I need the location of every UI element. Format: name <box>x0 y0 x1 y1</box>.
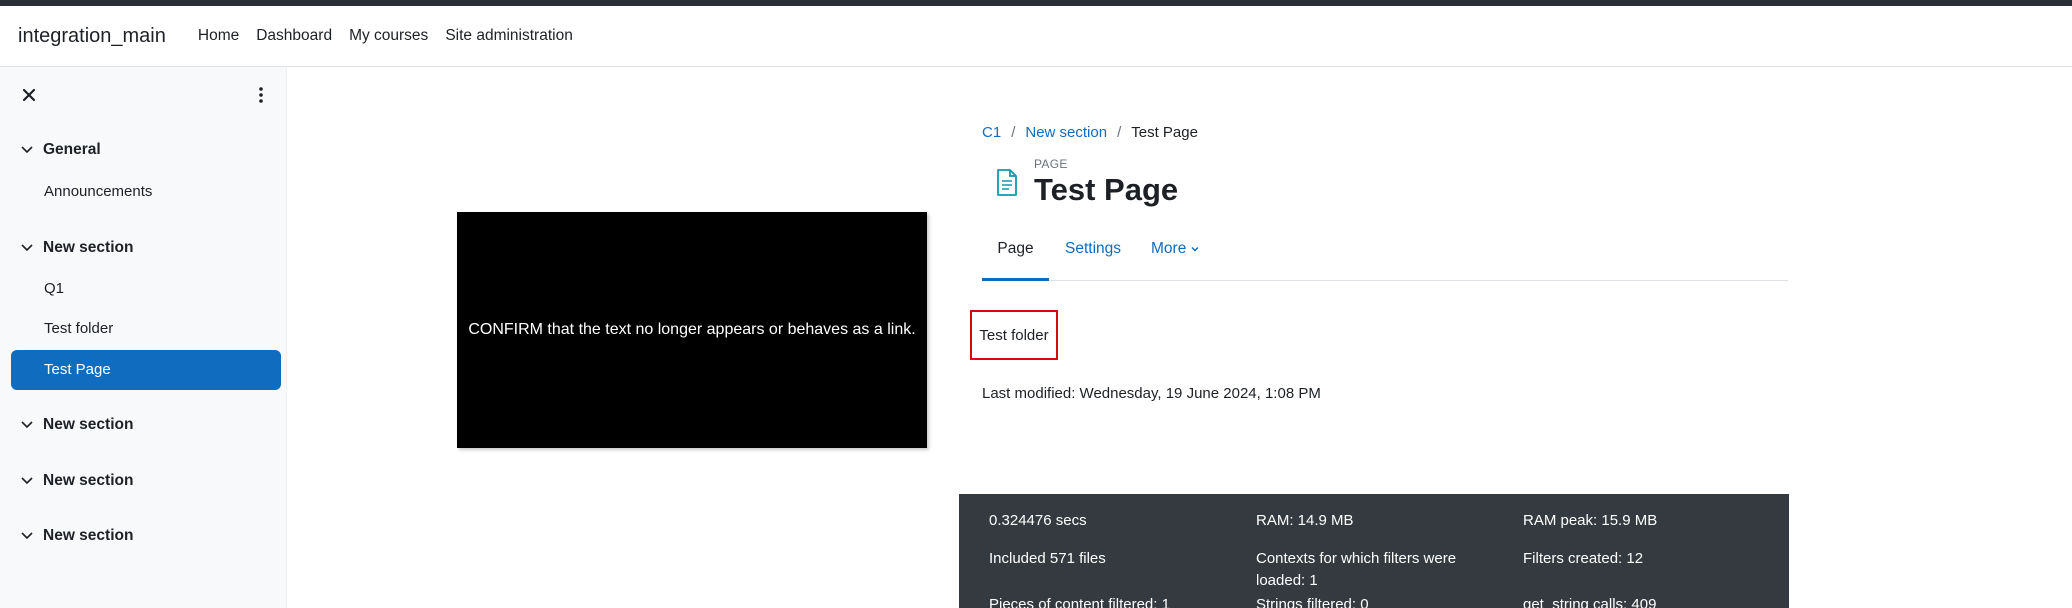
nav-site-administration[interactable]: Site administration <box>445 27 573 45</box>
section-title: New section <box>43 472 134 489</box>
perf-time: 0.324476 secs <box>989 512 1087 529</box>
perf-pieces-filtered: Pieces of content filtered: 1 <box>989 596 1170 608</box>
section-new-3[interactable]: New section <box>20 472 133 490</box>
perf-contexts: Contexts for which filters were loaded: … <box>1256 550 1457 589</box>
activity-label: Test Page <box>44 361 111 378</box>
close-icon[interactable] <box>20 86 38 104</box>
section-general[interactable]: General <box>20 141 101 159</box>
activity-q1[interactable]: Q1 <box>44 280 64 297</box>
section-title: General <box>43 141 101 158</box>
chevron-down-icon <box>21 477 33 485</box>
section-title: New section <box>43 527 134 544</box>
nav-my-courses[interactable]: My courses <box>349 27 428 45</box>
nav-home[interactable]: Home <box>198 27 239 45</box>
secondary-nav-tabs: Page Settings More <box>982 236 1788 281</box>
page-document-icon <box>997 169 1017 196</box>
tab-page[interactable]: Page <box>982 236 1049 281</box>
breadcrumb: C1 / New section / Test Page <box>982 124 1198 141</box>
tab-more[interactable]: More <box>1151 236 1200 258</box>
nav-dashboard[interactable]: Dashboard <box>256 27 332 45</box>
chevron-down-icon <box>1191 246 1199 252</box>
activity-test-folder[interactable]: Test folder <box>44 320 113 337</box>
section-title: New section <box>43 416 134 433</box>
chevron-down-icon <box>21 421 33 429</box>
tab-label: Page <box>997 240 1034 257</box>
module-type-label: PAGE <box>1034 157 1068 171</box>
perf-filters-created: Filters created: 12 <box>1523 550 1644 567</box>
perf-strings-filtered: Strings filtered: 0 <box>1256 596 1369 608</box>
content-text-highlighted[interactable]: Test folder <box>970 310 1058 360</box>
page-title: Test Page <box>1034 172 1179 207</box>
breadcrumb-c1[interactable]: C1 <box>982 124 1001 141</box>
perf-ram-peak: RAM peak: 15.9 MB <box>1523 512 1658 529</box>
activity-test-page-active[interactable]: Test Page <box>11 350 281 390</box>
activity-announcements[interactable]: Announcements <box>44 183 152 200</box>
section-new-4[interactable]: New section <box>20 527 133 545</box>
site-brand[interactable]: integration_main <box>18 25 166 48</box>
breadcrumb-separator: / <box>1117 124 1122 141</box>
tab-label: More <box>1151 240 1187 257</box>
perf-get-string: get_string calls: 409 <box>1523 596 1657 608</box>
breadcrumb-new-section[interactable]: New section <box>1025 124 1107 141</box>
chevron-down-icon <box>21 146 33 154</box>
tab-label: Settings <box>1065 240 1122 257</box>
perf-ram: RAM: 14.9 MB <box>1256 512 1354 529</box>
breadcrumb-current: Test Page <box>1131 124 1198 141</box>
kebab-menu-icon[interactable] <box>254 85 268 105</box>
last-modified: Last modified: Wednesday, 19 June 2024, … <box>982 385 1321 402</box>
breadcrumb-separator: / <box>1011 124 1016 141</box>
instruction-video-overlay: CONFIRM that the text no longer appears … <box>457 212 927 448</box>
chevron-down-icon <box>21 244 33 252</box>
tab-settings[interactable]: Settings <box>1065 236 1121 258</box>
perf-files: Included 571 files <box>989 550 1106 567</box>
section-new-1[interactable]: New section <box>20 239 133 257</box>
section-title: New section <box>43 239 134 256</box>
performance-footer: 0.324476 secs RAM: 14.9 MB RAM peak: 15.… <box>959 494 1789 608</box>
video-caption: CONFIRM that the text no longer appears … <box>468 321 916 338</box>
chevron-down-icon <box>21 532 33 540</box>
course-index-drawer: General Announcements New section Q1 Tes… <box>0 67 287 608</box>
primary-navbar: integration_main Home Dashboard My cours… <box>0 6 2072 67</box>
content-link-text: Test folder <box>979 326 1049 344</box>
section-new-2[interactable]: New section <box>20 416 133 434</box>
